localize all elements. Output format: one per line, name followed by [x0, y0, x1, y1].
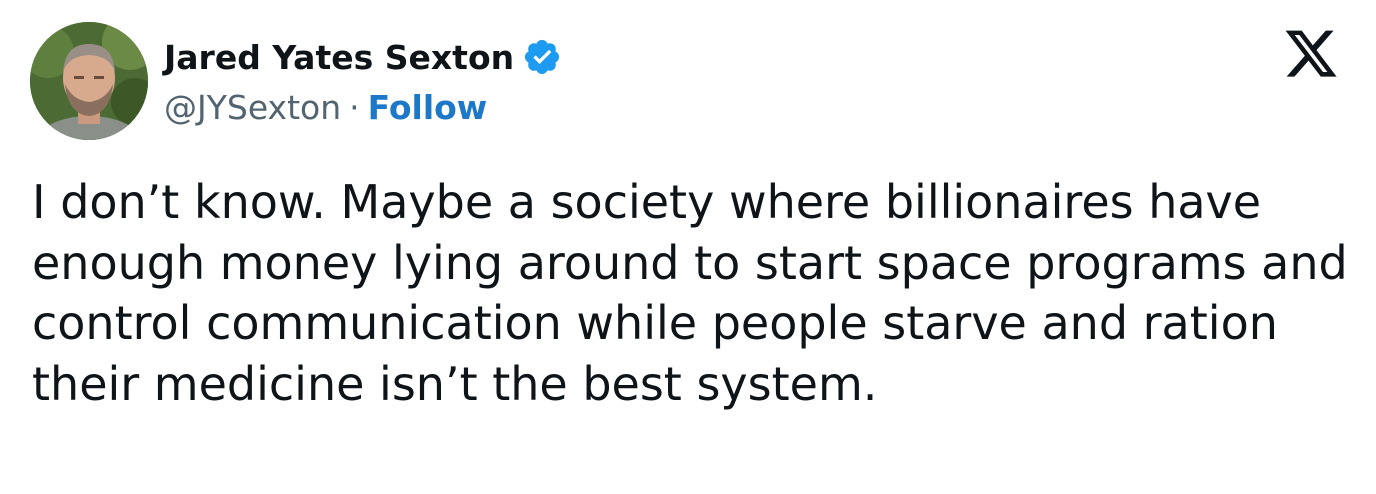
follow-button[interactable]: Follow [368, 88, 488, 127]
verified-badge-icon [522, 37, 562, 77]
x-logo-icon[interactable] [1282, 30, 1340, 82]
author-handle[interactable]: @JYSexton [164, 88, 341, 127]
author-name-row: Jared Yates Sexton [164, 36, 562, 78]
avatar[interactable] [30, 22, 148, 140]
avatar-photo-icon [30, 22, 148, 140]
separator-dot: · [349, 87, 360, 127]
tweet-text: I don’t know. Maybe a society where bill… [32, 175, 1348, 411]
author-display-name[interactable]: Jared Yates Sexton [164, 38, 514, 77]
author-handle-row: @JYSexton · Follow [164, 86, 487, 128]
